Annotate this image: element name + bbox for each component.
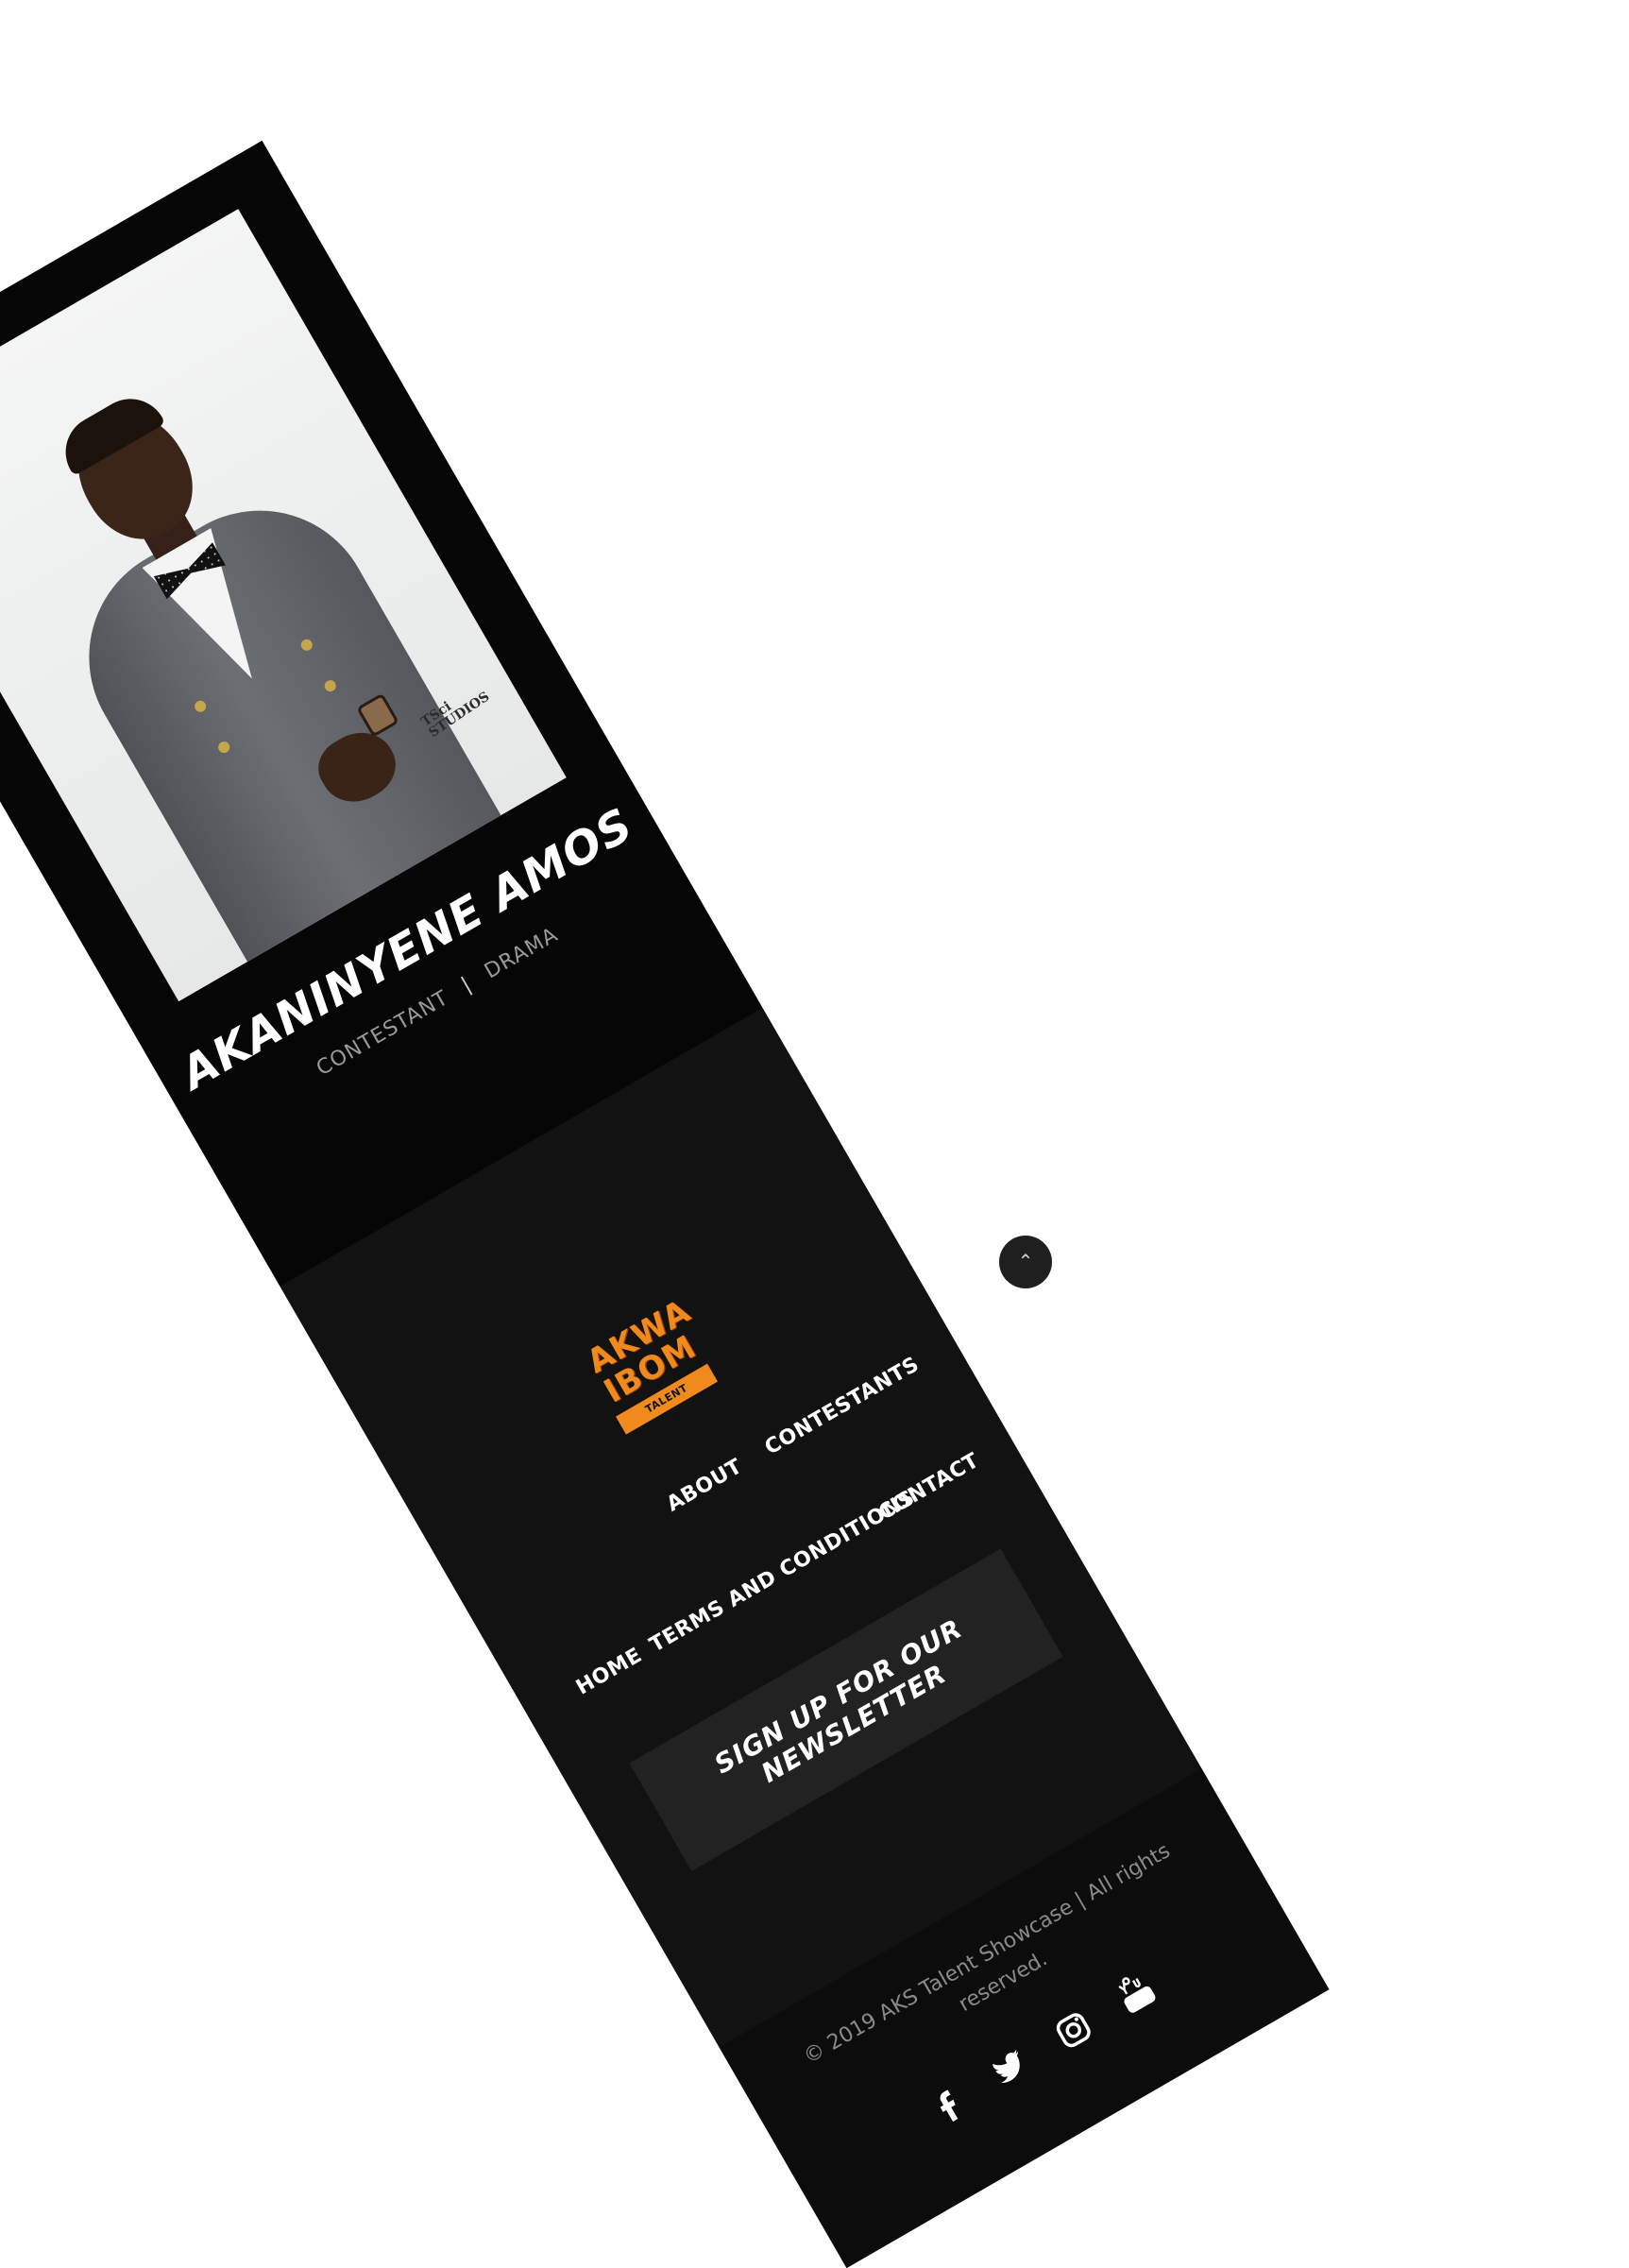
instagram-icon[interactable] [1044,2002,1101,2058]
twitter-icon[interactable] [982,2038,1039,2095]
newsletter-signup-button[interactable]: SIGN UP FOR OUR NEWSLETTER [629,1548,1063,1871]
nav-about[interactable]: ABOUT [663,1455,747,1517]
nav-home[interactable]: HOME [572,1644,646,1700]
nav-contact[interactable]: CONTACT [874,1449,983,1526]
site-footer: AKWA IBOM TALENT SHOWCASE HOME ABOUT CON… [280,1007,1330,2268]
chevron-up-icon: ⌃ [1017,1252,1034,1272]
nav-contestants[interactable]: CONTESTANTS [761,1353,924,1460]
scroll-to-top-button[interactable]: ⌃ [999,1236,1052,1288]
meta-separator: | [457,972,477,998]
facebook-icon[interactable] [919,2075,976,2132]
contestant-category: DRAMA [481,923,563,984]
page-screen: TSci STUDIOS AKANINYENE AMOS CONTESTANT|… [0,140,1330,2268]
youtube-icon[interactable] [1108,1966,1164,2022]
footer-bottom: © 2019 AKS Talent Showcase | All rights … [719,1768,1330,2268]
akwa-ibom-talent-showcase-logo[interactable]: AKWA IBOM TALENT SHOWCASE [575,1292,724,1445]
